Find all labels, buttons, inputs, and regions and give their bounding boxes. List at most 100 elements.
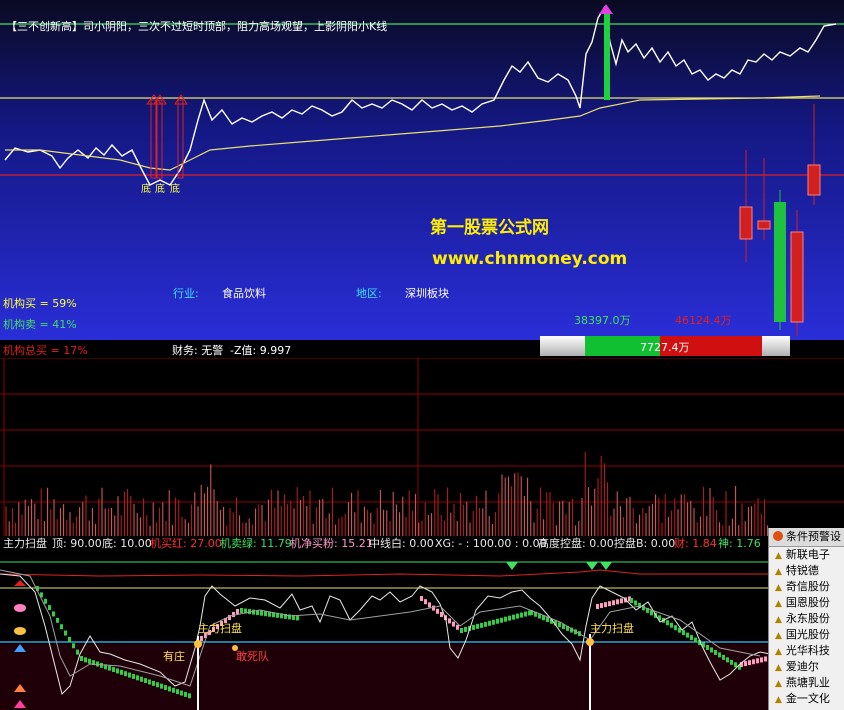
region-label: 地区: (356, 287, 382, 300)
ind-cai: 财: 1.84 (674, 537, 717, 550)
histogram-block (48, 605, 51, 611)
industry-value: 食品饮料 (222, 287, 266, 300)
histogram-block (252, 609, 255, 615)
finance-text: 财务: 无警 (172, 344, 224, 357)
alert-item-label: 国恩股份 (785, 596, 830, 609)
histogram-block (456, 624, 459, 630)
histogram-block (432, 605, 435, 611)
histogram-block (100, 662, 103, 668)
histogram-block (168, 686, 171, 692)
alert-panel-header[interactable]: 条件预警设 (769, 528, 844, 547)
histogram-block (436, 608, 439, 614)
alert-item-label: 光华科技 (785, 644, 830, 657)
histogram-block (44, 598, 47, 604)
histogram-block (288, 614, 291, 620)
histogram-block (472, 624, 475, 630)
histogram-block (722, 654, 725, 660)
up-arrow-icon: ▲ (775, 695, 782, 705)
alert-item[interactable]: ▲ 燕塘乳业 (769, 675, 844, 691)
price-chart-panel[interactable]: 【三不创新高】司小阴阳，三次不过短时顶部，阻力高场观望，上影阴阳小K线 底 底 … (0, 0, 844, 342)
histogram-block (516, 613, 519, 619)
region-value: 深圳板块 (405, 287, 449, 300)
candles (739, 104, 821, 336)
histogram-block (184, 691, 187, 697)
alert-item[interactable]: ▲ 新联电子 (769, 547, 844, 563)
bottom-arrows (145, 94, 188, 179)
histogram-block (504, 616, 507, 622)
histogram-block (120, 669, 123, 675)
alert-item[interactable]: ▲ 光华科技 (769, 643, 844, 659)
histogram-block (188, 693, 191, 699)
histogram-block (420, 596, 423, 601)
ind-top: 顶: 90.00 (52, 537, 102, 550)
histogram-block (132, 673, 135, 679)
histogram-block (68, 636, 71, 642)
histogram-block (726, 657, 729, 663)
histogram-block (616, 599, 619, 605)
histogram-block (76, 649, 79, 655)
histogram-block (674, 625, 677, 631)
histogram-block (156, 682, 159, 688)
histogram-block (488, 620, 491, 626)
histogram-block (620, 598, 623, 604)
histogram-block (558, 622, 561, 628)
histogram-block (710, 647, 713, 653)
alert-item[interactable]: ▲ 国恩股份 (769, 595, 844, 611)
histogram-block (140, 676, 143, 682)
histogram-block (496, 618, 499, 624)
bottom-label-3: 底 (170, 184, 180, 195)
up-arrow-icon: ▲ (775, 679, 782, 689)
histogram-block (52, 611, 55, 617)
histogram-block (108, 665, 111, 671)
signal-dot-2 (586, 638, 594, 646)
histogram-block (686, 632, 689, 638)
ind-xg: XG: - : 100.00 : 0.00 (435, 537, 547, 550)
alert-item[interactable]: ▲ 爱迪尔 (769, 659, 844, 675)
alert-item[interactable]: ▲ 特锐德 (769, 563, 844, 579)
up-arrow-icon: ▲ (775, 615, 782, 625)
ind-name: 主力扫盘 (3, 537, 47, 550)
alert-item[interactable]: ▲ 永东股份 (769, 611, 844, 627)
histogram-block (464, 626, 467, 632)
histogram-block (476, 623, 479, 629)
histogram-block (240, 608, 243, 613)
histogram-block (296, 615, 299, 621)
histogram-block (764, 656, 767, 662)
histogram-block (84, 657, 87, 663)
watermark-url: www.chnmoney.com (432, 249, 628, 269)
histogram-block (524, 611, 527, 617)
alert-item[interactable]: ▲ 奇信股份 (769, 579, 844, 595)
inst-sell-text: 机构卖 = 41% (3, 318, 77, 331)
sell-marker (599, 4, 613, 100)
histogram-block (136, 675, 139, 681)
up-arrow-icon: ▲ (775, 567, 782, 577)
histogram-block (760, 657, 763, 663)
histogram-block (630, 598, 633, 603)
industry-label: 行业: (173, 287, 199, 300)
alert-panel[interactable]: 条件预警设 ▲ 新联电子 ▲ 特锐德 ▲ 奇信股份 ▲ 国恩股份 ▲ 永东股份 ▲ 国光股份 ▲ 光华科技… (768, 528, 844, 710)
histogram-block (492, 619, 495, 625)
histogram-block (124, 671, 127, 677)
ind-inst-net-pink: 机净买粉: 15.21 (290, 537, 373, 550)
histogram-block (200, 636, 203, 641)
alert-item[interactable]: ▲ 金一文化 (769, 691, 844, 707)
watermark-title: 第一股票公式网 (430, 218, 549, 238)
histogram-block (164, 685, 167, 691)
alert-item-label: 奇信股份 (785, 580, 830, 593)
histogram-block (148, 679, 151, 685)
alert-item[interactable]: ▲ 国光股份 (769, 627, 844, 643)
histogram-block (448, 618, 451, 624)
volume-svg (0, 358, 844, 536)
up-arrow-icon: ▲ (775, 663, 782, 673)
ind-bottom: 底: 10.00 (102, 537, 152, 550)
money-red-text: 46124.4万 (675, 314, 732, 327)
volume-panel[interactable] (0, 358, 844, 536)
up-arrow-icon: ▲ (775, 599, 782, 609)
alert-icon (773, 531, 783, 541)
indicator-panel[interactable]: 主力扫盘 顶: 90.00 底: 10.00 机买红: 27.00 机卖绿: 1… (0, 536, 844, 710)
zhuli-label-2: 主力扫盘 (590, 622, 634, 635)
histogram-block (752, 659, 755, 665)
histogram-block (600, 603, 603, 609)
low-zone (0, 644, 770, 710)
histogram-block (650, 610, 653, 616)
